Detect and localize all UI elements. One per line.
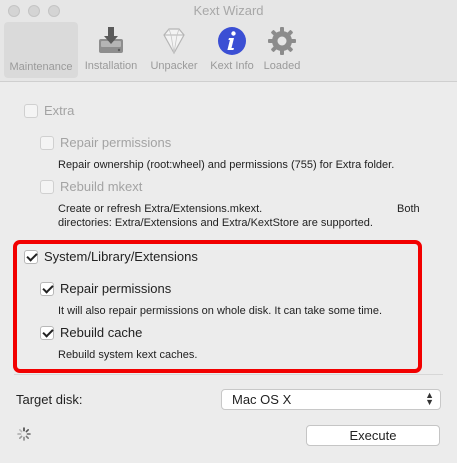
toolbar-loaded[interactable]: Loaded: [260, 22, 304, 78]
extra-rebuild-description-line2: directories: Extra/Extensions and Extra/…: [58, 217, 373, 229]
extra-rebuild-checkbox[interactable]: [40, 179, 54, 194]
extra-label: Extra: [44, 103, 75, 118]
title-bar: Kext Wizard Maintenance Installation Unp…: [0, 0, 457, 82]
extra-repair-checkbox[interactable]: [40, 135, 54, 150]
extra-rebuild-option: Rebuild mkext: [40, 179, 142, 194]
target-disk-value: Mac OS X: [232, 392, 292, 407]
info-icon: [218, 27, 246, 55]
toolbar-label-installation: Installation: [84, 60, 138, 72]
extra-repair-option: Repair permissions: [40, 135, 171, 150]
toolbar-label-unpacker: Unpacker: [150, 60, 198, 72]
target-disk-label: Target disk:: [16, 392, 83, 407]
window-title: Kext Wizard: [193, 3, 264, 18]
extra-repair-description: Repair ownership (root:wheel) and permis…: [58, 159, 395, 171]
highlight-annotation: [13, 240, 422, 373]
toolbar-kext-info[interactable]: Kext Info: [206, 22, 258, 78]
kext-wizard-window: Kext Wizard Maintenance Installation Unp…: [0, 0, 457, 463]
extra-rebuild-label: Rebuild mkext: [60, 179, 143, 194]
disk-install-icon: [99, 27, 123, 53]
progress-spinner-icon: [17, 427, 31, 441]
separator: [14, 374, 443, 375]
toolbar-installation[interactable]: Installation: [80, 22, 142, 78]
gear-icon: [268, 27, 296, 55]
maintenance-panel: Extra Repair permissions Repair ownershi…: [0, 83, 457, 463]
toolbar-label-loaded: Loaded: [263, 60, 301, 72]
extra-repair-label: Repair permissions: [60, 135, 172, 150]
extra-checkbox[interactable]: [24, 103, 38, 118]
toolbar-label-maintenance: Maintenance: [9, 61, 73, 73]
toolbar-label-kext-info: Kext Info: [210, 60, 254, 72]
execute-button[interactable]: Execute: [306, 425, 440, 446]
diamond-icon: [163, 28, 185, 55]
select-arrows-icon: ▲ ▼: [425, 390, 434, 407]
extra-rebuild-description-both: Both: [397, 203, 420, 215]
toolbar-maintenance[interactable]: Maintenance: [4, 22, 78, 78]
target-disk-select[interactable]: Mac OS X ▲ ▼: [221, 389, 441, 410]
toolbar-unpacker[interactable]: Unpacker: [146, 22, 202, 78]
extra-option: Extra: [24, 103, 74, 118]
